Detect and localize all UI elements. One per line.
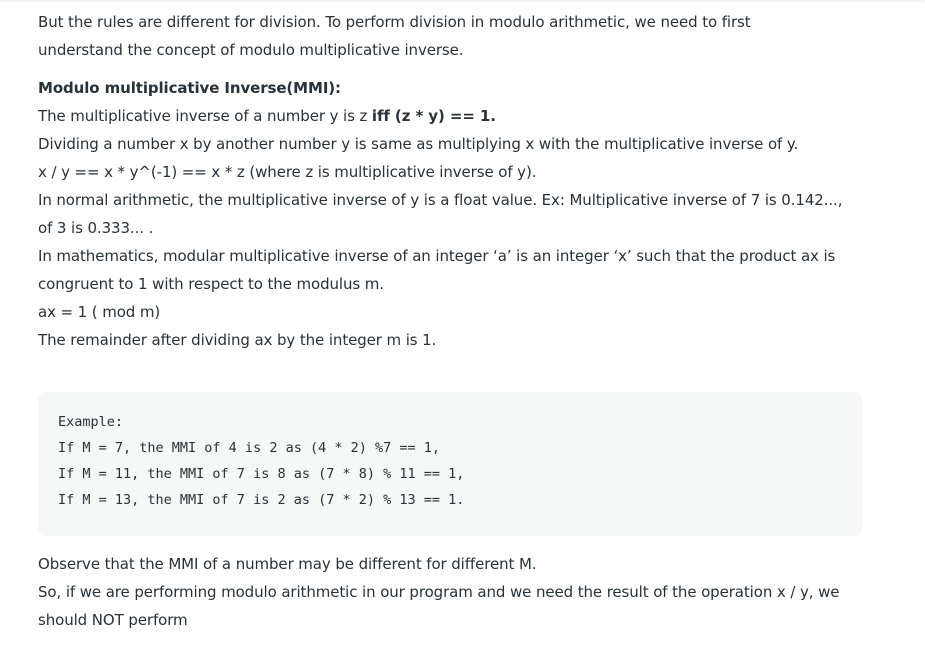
mathematics-line-1: In mathematics, modular multiplicative i… (38, 247, 836, 265)
mmi-definition-condition: iff (z * y) == 1. (371, 107, 496, 125)
divide-explanation: Dividing a number x by another number y … (38, 135, 799, 153)
remainder-line: The remainder after dividing ax by the i… (38, 331, 437, 349)
outro-line-1: Observe that the MMI of a number may be … (38, 555, 537, 573)
code-line: Example: (58, 414, 124, 430)
mathematics-line-2: congruent to 1 with respect to the modul… (38, 275, 384, 293)
article-body: But the rules are different for division… (38, 8, 868, 634)
mmi-heading: Modulo multiplicative Inverse(MMI): (38, 79, 341, 97)
example-code-block[interactable]: Example: If M = 7, the MMI of 4 is 2 as … (38, 392, 862, 536)
mmi-definition-text: The multiplicative inverse of a number y… (38, 107, 372, 125)
code-line: If M = 11, the MMI of 7 is 8 as (7 * 8) … (58, 466, 465, 482)
outro-line-2: So, if we are performing modulo arithmet… (38, 583, 840, 601)
intro-line-1: But the rules are different for division… (38, 13, 751, 31)
top-divider (0, 0, 925, 3)
outro-line-3: should NOT perform (38, 611, 188, 629)
normal-arithmetic-line-2: of 3 is 0.333... . (38, 219, 154, 237)
intro-line-2: understand the concept of modulo multipl… (38, 41, 464, 59)
normal-arithmetic-line-1: In normal arithmetic, the multiplicative… (38, 191, 843, 209)
code-line: If M = 7, the MMI of 4 is 2 as (4 * 2) %… (58, 440, 441, 456)
code-line: If M = 13, the MMI of 7 is 2 as (7 * 2) … (58, 492, 465, 508)
mmi-definition: The multiplicative inverse of a number y… (38, 102, 868, 130)
formula-line: x / y == x * y^(-1) == x * z (where z is… (38, 163, 537, 181)
congruence-line: ax = 1 ( mod m) (38, 303, 161, 321)
